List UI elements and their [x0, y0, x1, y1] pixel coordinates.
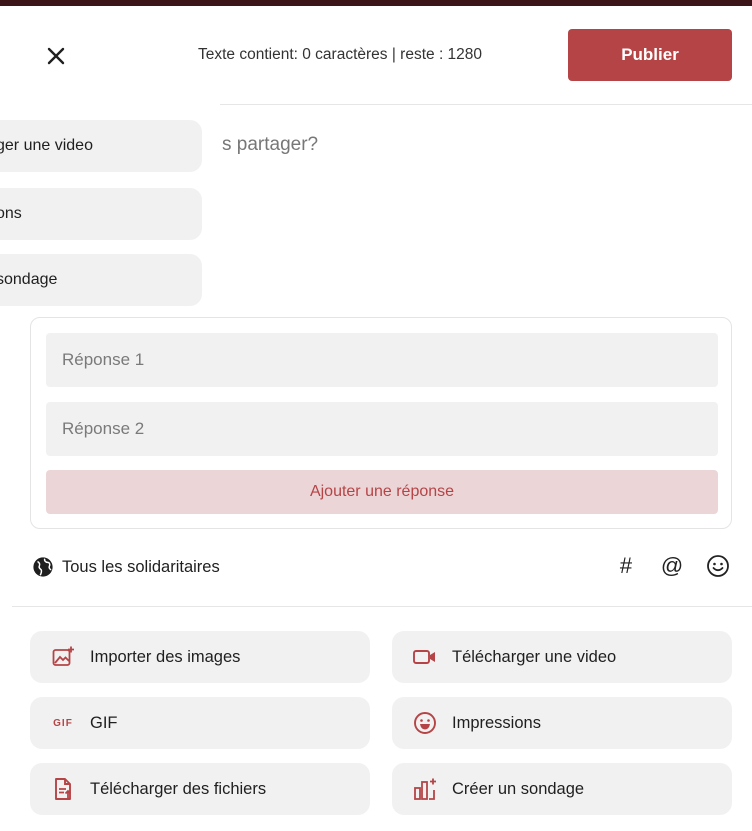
- mention-icon[interactable]: @: [658, 552, 686, 580]
- action-label: Importer des images: [90, 647, 241, 666]
- section-divider: [12, 606, 752, 607]
- action-label: Télécharger des fichiers: [90, 779, 267, 798]
- answer-input-1[interactable]: Réponse 1: [46, 333, 718, 387]
- poll-card: Réponse 1 Réponse 2 Ajouter une réponse: [30, 317, 732, 529]
- add-answer-button[interactable]: Ajouter une réponse: [46, 470, 718, 514]
- action-label: GIF: [90, 713, 118, 732]
- audience-label: Tous les solidaritaires: [62, 557, 220, 576]
- file-upload-icon: [50, 776, 76, 802]
- emoji-icon[interactable]: [704, 552, 732, 580]
- create-poll-button[interactable]: Créer un sondage: [392, 763, 732, 815]
- image-add-icon: [50, 644, 76, 670]
- emoji-face-icon: [412, 710, 438, 736]
- action-label: Impressions: [452, 713, 541, 732]
- impressions-button[interactable]: Impressions: [392, 697, 732, 749]
- globe-icon: [33, 557, 53, 577]
- action-label: Télécharger une video: [452, 647, 617, 666]
- gif-icon: GIF: [53, 717, 73, 729]
- hashtag-icon[interactable]: #: [612, 552, 640, 580]
- poll-icon: [412, 776, 438, 802]
- video-icon: [412, 644, 438, 670]
- close-button[interactable]: [38, 38, 74, 74]
- header-divider: [220, 104, 752, 105]
- close-icon: [47, 47, 65, 65]
- publish-button[interactable]: Publier: [568, 29, 732, 81]
- upload-video-button[interactable]: Télécharger une video: [392, 631, 732, 683]
- post-composer-dialog: Texte contient: 0 caractères | reste : 1…: [0, 6, 752, 831]
- floating-menu-item-poll[interactable]: sondage: [0, 254, 202, 306]
- floating-menu-item-label: sondage: [0, 271, 58, 288]
- post-text-input[interactable]: s partager?: [222, 134, 318, 156]
- action-label: Créer un sondage: [452, 779, 585, 798]
- floating-menu-item-label: ger une video: [0, 137, 93, 154]
- composer-tools: # @: [612, 552, 732, 580]
- answer-input-2[interactable]: Réponse 2: [46, 402, 718, 456]
- upload-files-button[interactable]: Télécharger des fichiers: [30, 763, 370, 815]
- audience-selector[interactable]: Tous les solidaritaires: [32, 556, 220, 578]
- floating-menu-item-impressions[interactable]: ons: [0, 188, 202, 240]
- floating-menu-item-video[interactable]: ger une video: [0, 120, 202, 172]
- floating-menu-item-label: ons: [0, 205, 22, 222]
- import-images-button[interactable]: Importer des images: [30, 631, 370, 683]
- character-counter: Texte contient: 0 caractères | reste : 1…: [198, 46, 483, 63]
- gif-button[interactable]: GIF GIF: [30, 697, 370, 749]
